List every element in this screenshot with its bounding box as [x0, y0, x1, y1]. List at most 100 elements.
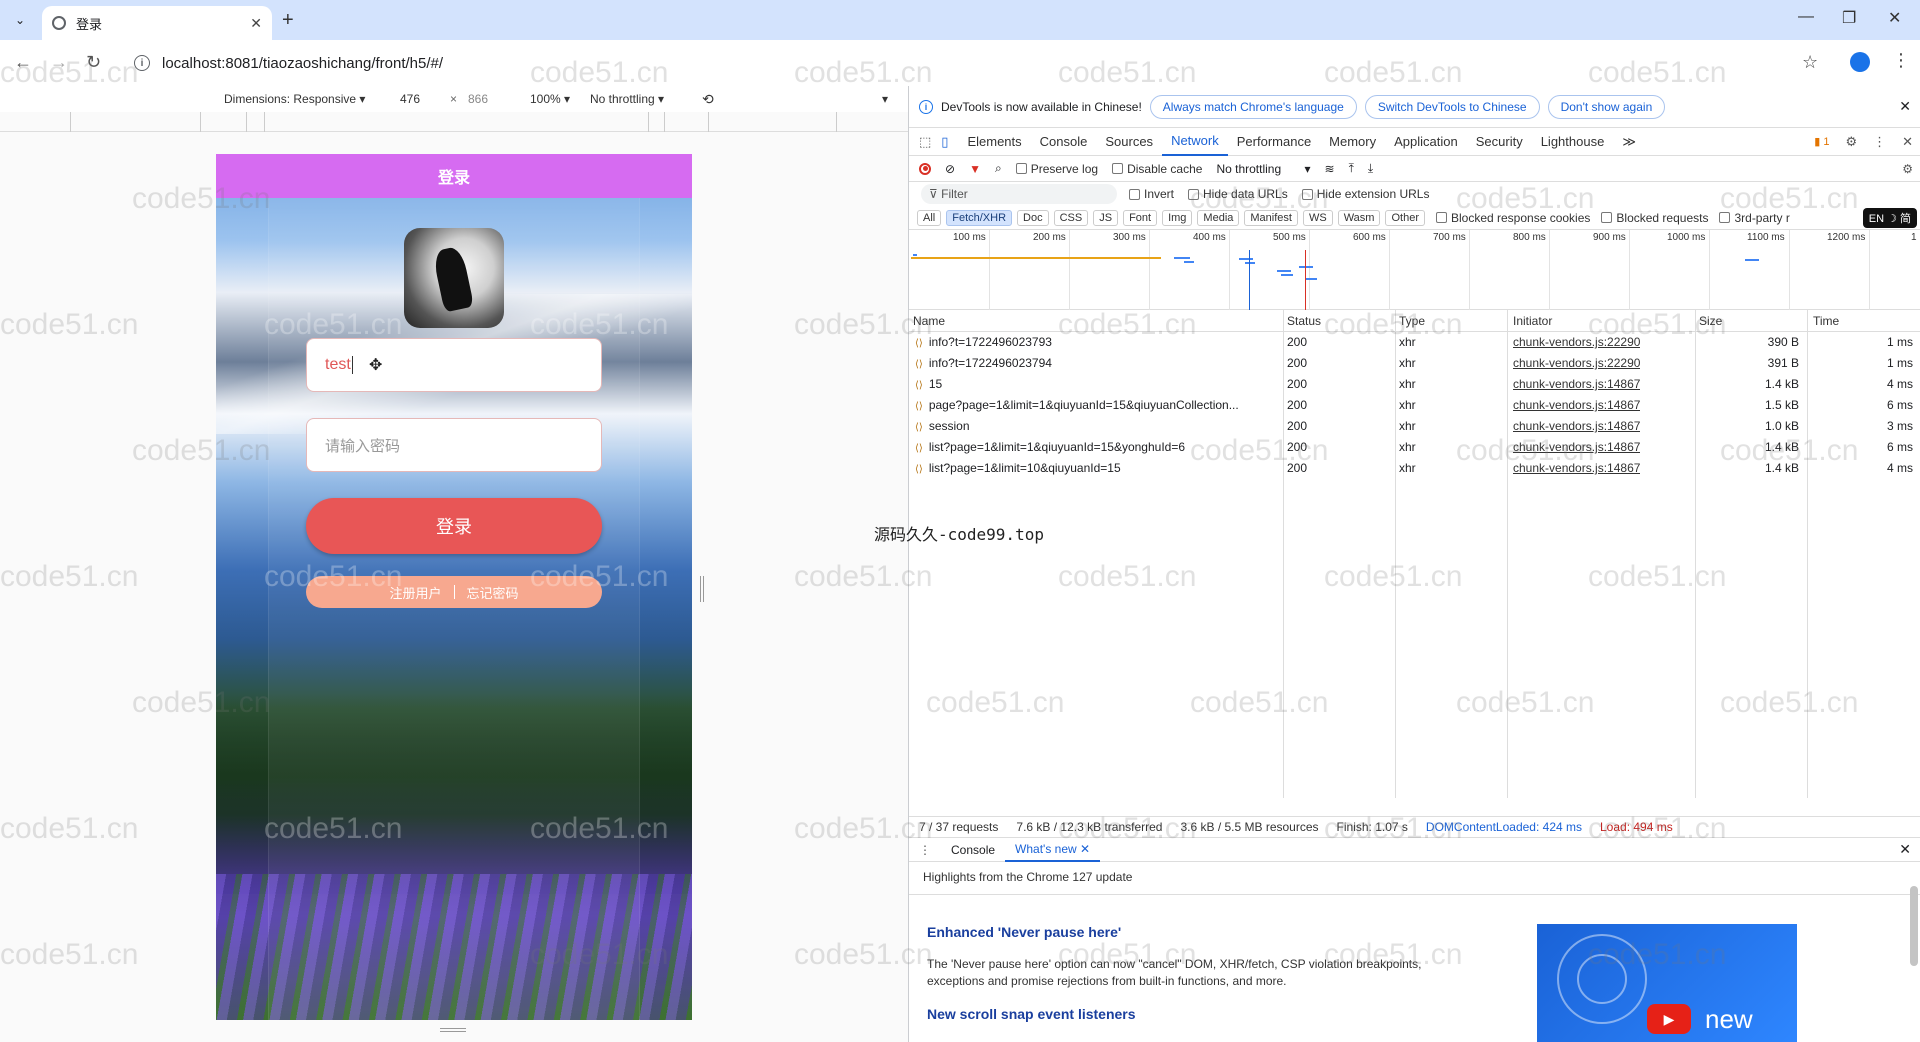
tab-elements[interactable]: Elements	[958, 128, 1030, 156]
initiator-link[interactable]: chunk-vendors.js:14867	[1513, 398, 1640, 412]
network-throttle-select[interactable]: No throttling ▾	[1216, 162, 1310, 176]
close-drawer-icon[interactable]: ✕	[1899, 841, 1911, 858]
drawer-menu-icon[interactable]: ⋮	[909, 843, 941, 857]
type-manifest[interactable]: Manifest	[1244, 209, 1298, 226]
feature-link-never-pause[interactable]: Enhanced 'Never pause here'	[927, 924, 1121, 940]
tab-memory[interactable]: Memory	[1320, 128, 1385, 156]
tab-console[interactable]: Console	[1031, 128, 1097, 156]
blocked-cookies-checkbox[interactable]: Blocked response cookies	[1435, 211, 1590, 225]
hide-data-urls-checkbox[interactable]: Hide data URLs	[1188, 187, 1288, 201]
forward-icon[interactable]: →	[50, 52, 68, 73]
type-doc[interactable]: Doc	[1017, 209, 1049, 226]
restore-icon[interactable]: ❐	[1842, 8, 1856, 28]
table-row[interactable]: ⟨⟩ session 200 xhr chunk-vendors.js:14867…	[909, 416, 1920, 437]
type-img[interactable]: Img	[1162, 209, 1193, 226]
type-all[interactable]: All	[917, 209, 942, 226]
tab-sources[interactable]: Sources	[1096, 128, 1162, 156]
initiator-link[interactable]: chunk-vendors.js:14867	[1513, 440, 1640, 454]
password-input[interactable]: 请输入密码	[306, 418, 602, 472]
filter-input[interactable]: ⊽ Filter	[921, 184, 1117, 204]
table-row[interactable]: ⟨⟩ list?page=1&limit=1&qiuyuanId=15&yongh…	[909, 437, 1920, 458]
preserve-log-checkbox[interactable]: Preserve log	[1015, 162, 1098, 176]
device-toggle-icon[interactable]: ▯	[941, 134, 948, 150]
new-tab-button[interactable]: +	[282, 9, 294, 32]
drawer-tab-console[interactable]: Console	[941, 838, 1005, 862]
switch-chinese-button[interactable]: Switch DevTools to Chinese	[1364, 94, 1540, 119]
type-media[interactable]: Media	[1197, 209, 1240, 226]
col-type[interactable]: Type	[1399, 314, 1425, 328]
disable-cache-checkbox[interactable]: Disable cache	[1112, 162, 1202, 176]
username-input[interactable]: test ✥	[306, 338, 602, 392]
width-input[interactable]: 476	[400, 92, 420, 106]
more-tabs-button[interactable]: ≫	[1613, 128, 1645, 156]
back-icon[interactable]: ←	[14, 52, 32, 73]
browser-tab[interactable]: 登录 ✕	[42, 6, 272, 40]
initiator-link[interactable]: chunk-vendors.js:22290	[1513, 335, 1640, 349]
feature-link-scroll-snap[interactable]: New scroll snap event listeners	[927, 1006, 1136, 1022]
col-status[interactable]: Status	[1287, 314, 1321, 328]
import-har-icon[interactable]: ⤒	[1349, 161, 1354, 176]
type-js[interactable]: JS	[1093, 209, 1119, 226]
hide-extension-urls-checkbox[interactable]: Hide extension URLs	[1301, 187, 1429, 201]
type-font[interactable]: Font	[1123, 209, 1158, 226]
record-icon[interactable]	[919, 162, 931, 175]
network-settings-icon[interactable]: ⚙	[1902, 162, 1913, 176]
close-infobar-icon[interactable]: ✕	[1899, 98, 1911, 115]
close-tab-icon[interactable]: ✕	[250, 15, 262, 32]
col-time[interactable]: Time	[1813, 314, 1839, 328]
site-info-icon[interactable]: i	[134, 55, 150, 71]
zoom-select[interactable]: 100% ▾	[530, 92, 570, 106]
col-initiator[interactable]: Initiator	[1513, 314, 1552, 328]
table-row[interactable]: ⟨⟩ page?page=1&limit=1&qiuyuanId=15&qiuyu…	[909, 395, 1920, 416]
resize-handle-bottom[interactable]	[440, 1028, 466, 1032]
dimensions-select[interactable]: Dimensions: Responsive ▾	[224, 92, 365, 106]
match-language-button[interactable]: Always match Chrome's language	[1149, 94, 1357, 119]
tab-network[interactable]: Network	[1162, 128, 1228, 156]
bookmark-star-icon[interactable]: ☆	[1802, 52, 1818, 73]
wifi-conditions-icon[interactable]: ≋	[1325, 162, 1335, 176]
tab-security[interactable]: Security	[1467, 128, 1532, 156]
dont-show-again-button[interactable]: Don't show again	[1547, 94, 1666, 119]
close-tab-icon[interactable]: ✕	[1080, 842, 1090, 856]
filter-funnel-icon[interactable]: ▼	[969, 162, 981, 176]
resize-handle-right[interactable]	[700, 576, 704, 602]
minimize-icon[interactable]: —	[1798, 8, 1814, 26]
device-more-icon[interactable]: ▾	[882, 92, 888, 106]
throttle-select[interactable]: No throttling ▾	[590, 92, 664, 106]
address-bar[interactable]: i localhost:8081/tiaozaoshichang/front/h…	[122, 46, 1822, 80]
clear-icon[interactable]: ⊘	[945, 162, 955, 176]
type-ws[interactable]: WS	[1302, 209, 1333, 226]
inspect-element-icon[interactable]: ⬚	[919, 134, 931, 150]
register-link[interactable]: 注册用户	[389, 583, 441, 602]
blocked-requests-checkbox[interactable]: Blocked requests	[1601, 211, 1708, 225]
table-row[interactable]: ⟨⟩ 15 200 xhr chunk-vendors.js:14867 1.4 …	[909, 374, 1920, 395]
whats-new-video-thumbnail[interactable]: ▶ new	[1537, 924, 1797, 1042]
tab-lighthouse[interactable]: Lighthouse	[1532, 128, 1614, 156]
initiator-link[interactable]: chunk-vendors.js:14867	[1513, 461, 1640, 475]
table-row[interactable]: ⟨⟩ list?page=1&limit=10&qiuyuanId=15 200 …	[909, 458, 1920, 479]
type-other[interactable]: Other	[1385, 209, 1425, 226]
initiator-link[interactable]: chunk-vendors.js:14867	[1513, 419, 1640, 433]
settings-gear-icon[interactable]: ⚙	[1845, 134, 1857, 150]
rotate-icon[interactable]: ⟲	[702, 91, 714, 108]
profile-avatar[interactable]	[1850, 52, 1870, 72]
type-fetch-xhr[interactable]: Fetch/XHR	[946, 209, 1013, 226]
tab-search-dropdown[interactable]: ⌄	[8, 8, 32, 32]
export-har-icon[interactable]: ⤓	[1368, 161, 1373, 176]
third-party-checkbox[interactable]: 3rd-party r	[1719, 211, 1790, 225]
login-button[interactable]: 登录	[306, 498, 602, 554]
reload-icon[interactable]: ↻	[86, 52, 101, 73]
issues-badge[interactable]: ▮ 1	[1814, 135, 1829, 148]
tab-application[interactable]: Application	[1385, 128, 1467, 156]
type-wasm[interactable]: Wasm	[1337, 209, 1381, 226]
invert-checkbox[interactable]: Invert	[1129, 187, 1174, 201]
initiator-link[interactable]: chunk-vendors.js:22290	[1513, 356, 1640, 370]
col-size[interactable]: Size	[1699, 314, 1722, 328]
type-css[interactable]: CSS	[1053, 209, 1089, 226]
drawer-scrollbar[interactable]	[1910, 886, 1918, 966]
devtools-menu-icon[interactable]: ⋮	[1873, 134, 1886, 150]
tab-performance[interactable]: Performance	[1228, 128, 1320, 156]
network-overview-timeline[interactable]: 100 ms 200 ms 300 ms 400 ms 500 ms 600 m…	[909, 230, 1920, 310]
col-name[interactable]: Name	[913, 314, 945, 328]
close-devtools-icon[interactable]: ✕	[1902, 134, 1913, 150]
